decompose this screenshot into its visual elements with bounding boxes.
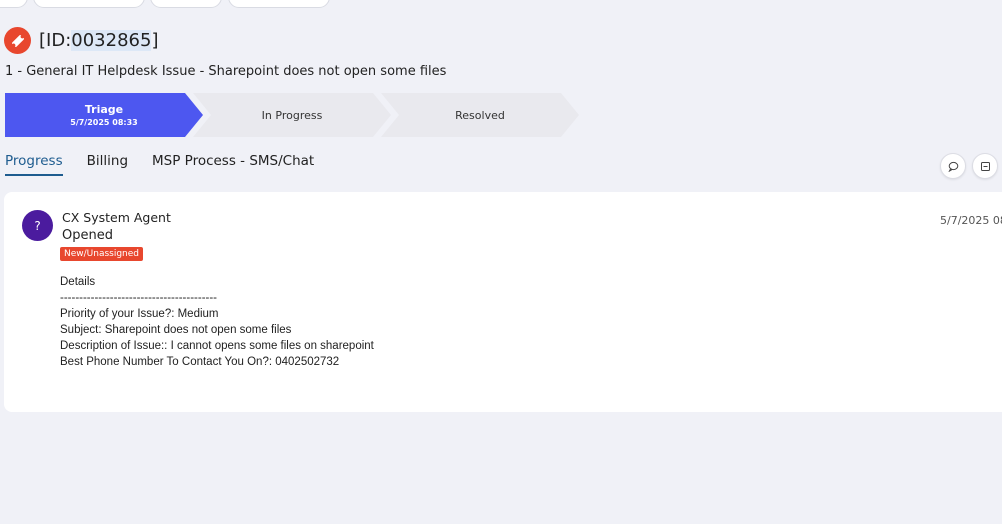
comment-icon: [947, 161, 958, 172]
ticket-id: [ID:0032865]: [39, 30, 159, 51]
ticket-subject: 1 - General IT Helpdesk Issue - Sharepoi…: [5, 64, 447, 79]
stage-progress: Triage 5/7/2025 08:33 In Progress Resolv…: [5, 93, 585, 137]
activity-card: ? CX System Agent Opened New/Unassigned …: [4, 192, 1002, 412]
stage-triage[interactable]: Triage 5/7/2025 08:33: [5, 93, 203, 137]
details-priority: Priority of your Issue?: Medium: [60, 308, 219, 320]
details-heading: Details: [60, 276, 96, 288]
ticket-icon: [4, 27, 31, 54]
activity-action: Opened: [62, 228, 113, 243]
tab-bar: Progress Billing MSP Process - SMS/Chat: [5, 153, 314, 176]
details-divider: ----------------------------------------…: [60, 292, 218, 304]
collapse-button[interactable]: [972, 153, 998, 179]
details-block: Details --------------------------------…: [60, 274, 374, 370]
toolbar-button[interactable]: [33, 0, 145, 8]
avatar: ?: [22, 210, 53, 241]
tab-progress[interactable]: Progress: [5, 153, 63, 176]
status-badge: New/Unassigned: [60, 247, 144, 261]
details-description: Description of Issue:: I cannot opens so…: [60, 340, 374, 352]
toolbar-button[interactable]: [0, 0, 28, 8]
activity-timestamp: 5/7/2025 08:: [940, 214, 1002, 227]
stage-date: 5/7/2025 08:33: [70, 118, 138, 127]
stage-resolved[interactable]: Resolved: [389, 93, 571, 137]
stage-title: Triage: [84, 103, 124, 116]
stage-title: In Progress: [261, 108, 323, 122]
tab-tools: [940, 153, 998, 179]
tab-billing[interactable]: Billing: [87, 153, 128, 176]
details-subject: Subject: Sharepoint does not open some f…: [60, 324, 292, 336]
collapse-icon: [980, 161, 990, 171]
tab-msp-process[interactable]: MSP Process - SMS/Chat: [152, 153, 314, 176]
agent-name: CX System Agent: [62, 210, 171, 225]
comment-button[interactable]: [940, 153, 966, 179]
details-phone: Best Phone Number To Contact You On?: 04…: [60, 356, 340, 368]
stage-in-progress[interactable]: In Progress: [201, 93, 383, 137]
stage-title: Resolved: [455, 108, 505, 122]
toolbar-button[interactable]: [150, 0, 222, 8]
toolbar-button[interactable]: [228, 0, 330, 8]
